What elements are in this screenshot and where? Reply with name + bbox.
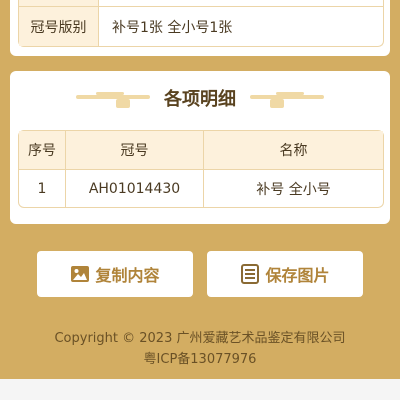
summary-row: 冠号版别 补号1张 全小号1张 (19, 7, 383, 46)
copy-content-button[interactable]: 复制内容 (37, 251, 193, 297)
bottom-bar (0, 379, 400, 400)
details-card: 各项明细 序号 冠号 名称 1 AH01014430 补号 全小号 (10, 71, 390, 224)
summary-card: 冠号版别 补号1张 全小号1张 (10, 0, 390, 56)
image-icon (71, 266, 90, 282)
copyright-text: Copyright © 2023 广州爱藏艺术品鉴定有限公司 (54, 331, 346, 346)
title-ornament-right (250, 91, 324, 109)
summary-label (19, 0, 99, 6)
summary-label: 冠号版别 (19, 7, 99, 46)
row-serial: AH01014430 (66, 170, 204, 207)
details-table: 序号 冠号 名称 1 AH01014430 补号 全小号 (18, 130, 384, 208)
save-image-button[interactable]: 保存图片 (207, 251, 363, 297)
row-index: 1 (19, 170, 66, 207)
icp-record: 粤ICP备13077976 (143, 352, 257, 367)
summary-table: 冠号版别 补号1张 全小号1张 (18, 0, 384, 47)
column-header-serial: 冠号 (66, 131, 204, 169)
summary-row (19, 0, 383, 7)
row-name: 补号 全小号 (256, 181, 331, 198)
summary-value: 补号1张 全小号1张 (112, 19, 233, 36)
column-header-index: 序号 (19, 131, 66, 169)
copy-content-label: 复制内容 (95, 266, 160, 285)
table-header: 序号 冠号 名称 (19, 131, 383, 170)
save-image-label: 保存图片 (265, 266, 330, 285)
summary-value (99, 0, 383, 6)
document-icon (241, 264, 260, 284)
table-row: 1 AH01014430 补号 全小号 (19, 170, 383, 207)
details-title: 各项明细 (164, 89, 236, 110)
column-header-name: 名称 (279, 143, 308, 159)
